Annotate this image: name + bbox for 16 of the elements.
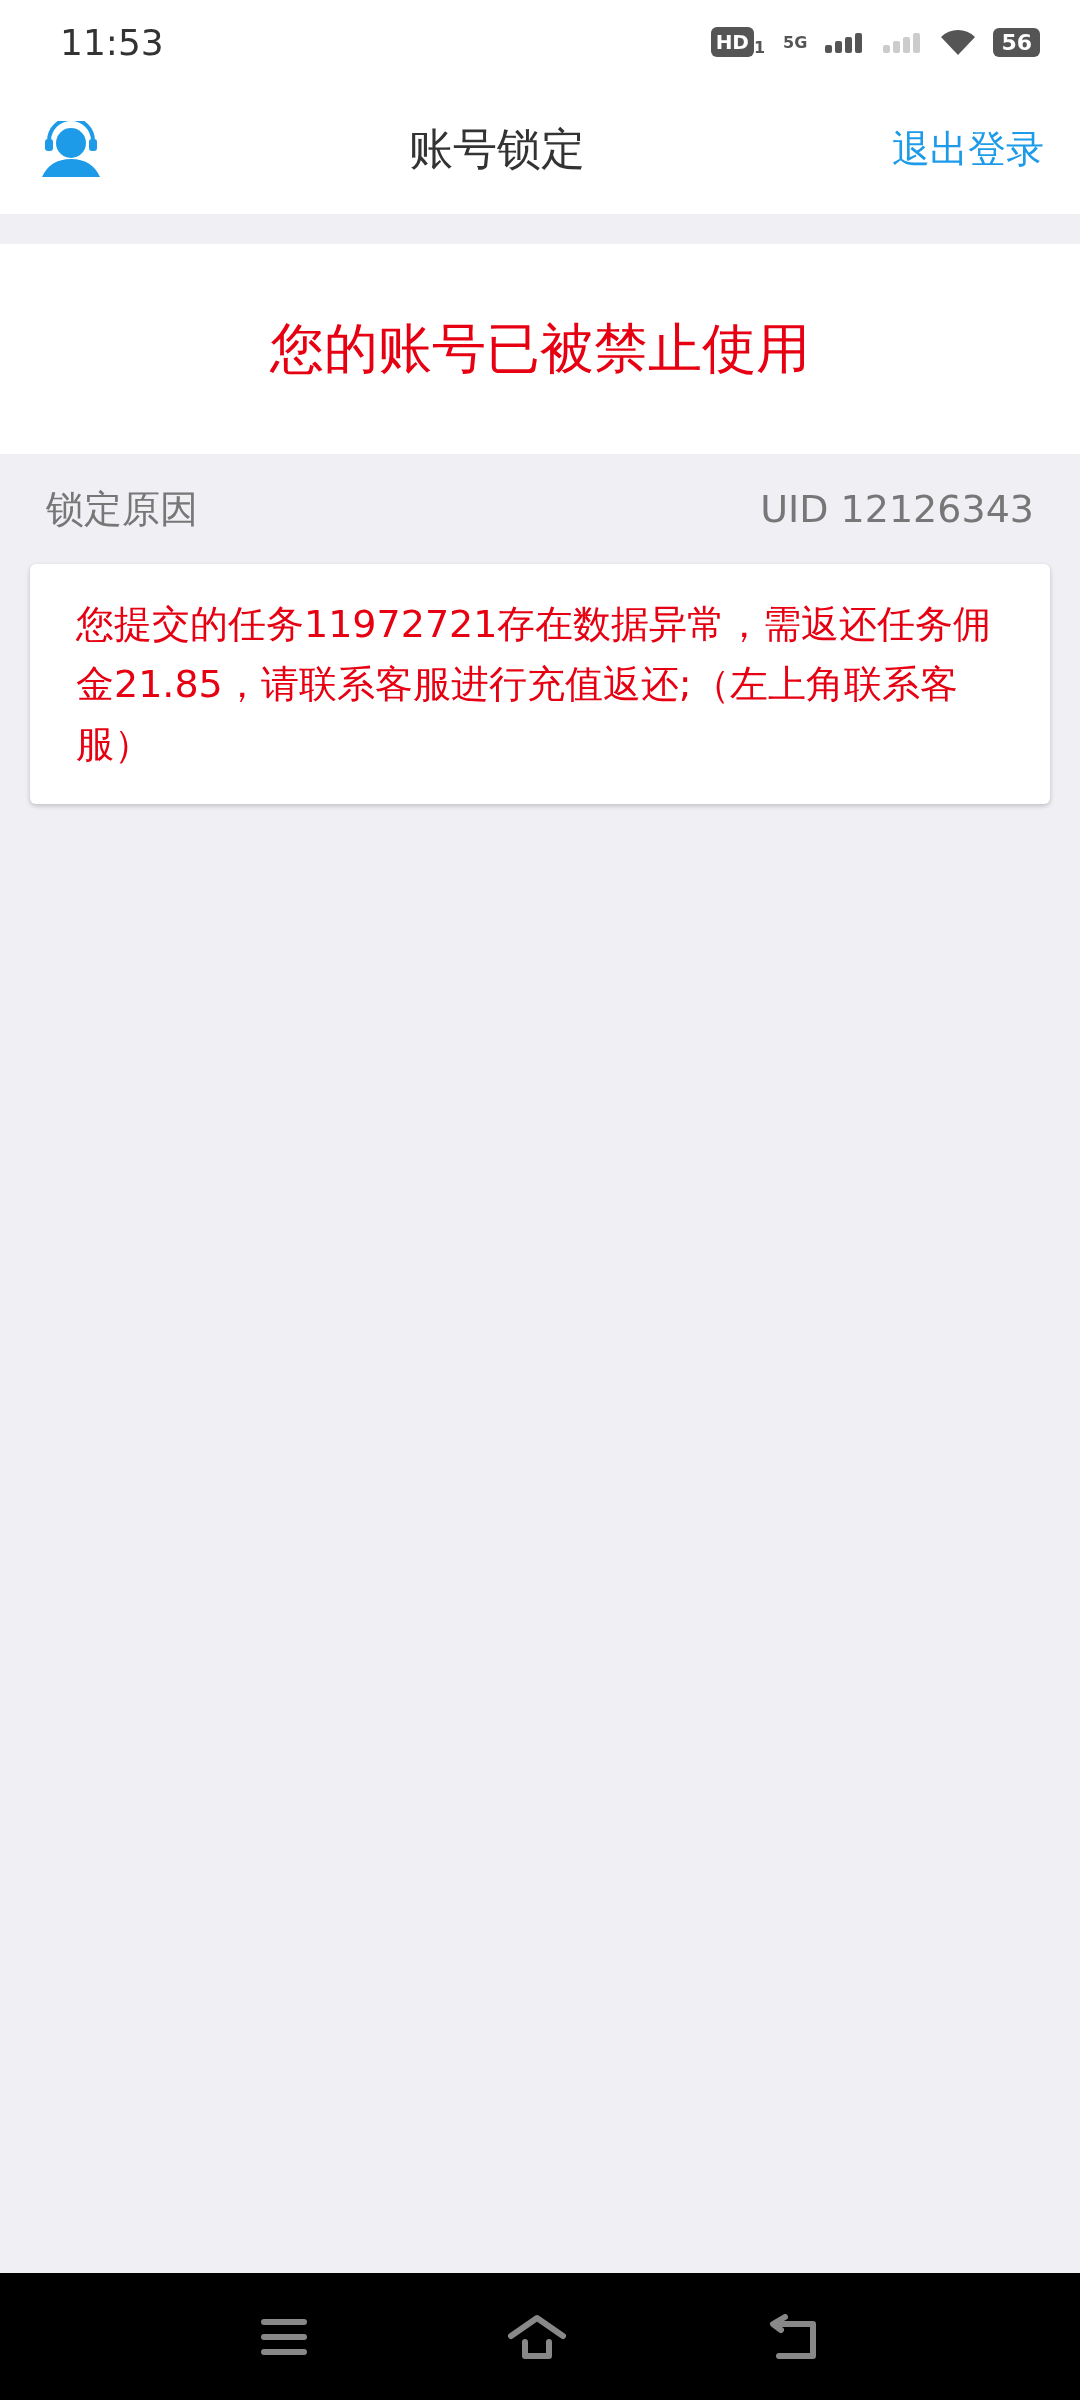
network-type: 5G <box>783 32 808 52</box>
page-title: 账号锁定 <box>409 121 585 176</box>
menu-icon[interactable] <box>261 2317 307 2356</box>
back-icon[interactable] <box>767 2313 819 2360</box>
reason-text: 您提交的任务11972721存在数据异常，需返还任务佣金21.85，请联系客服进行充值返还;（左上角联系客服） <box>76 601 993 768</box>
support-agent-icon[interactable] <box>40 121 102 177</box>
uid-label: UID 12126343 <box>760 487 1034 531</box>
battery-indicator: 56 <box>993 27 1040 57</box>
clock: 11:53 <box>60 21 164 63</box>
wifi-icon <box>941 29 976 55</box>
ban-message: 您的账号已被禁止使用 <box>270 315 810 382</box>
home-icon[interactable] <box>507 2313 567 2360</box>
logout-link[interactable]: 退出登录 <box>892 123 1044 175</box>
section-label: 锁定原因 <box>46 485 198 533</box>
sim-number: 1 <box>753 38 766 57</box>
hd-badge: HD <box>710 27 754 57</box>
